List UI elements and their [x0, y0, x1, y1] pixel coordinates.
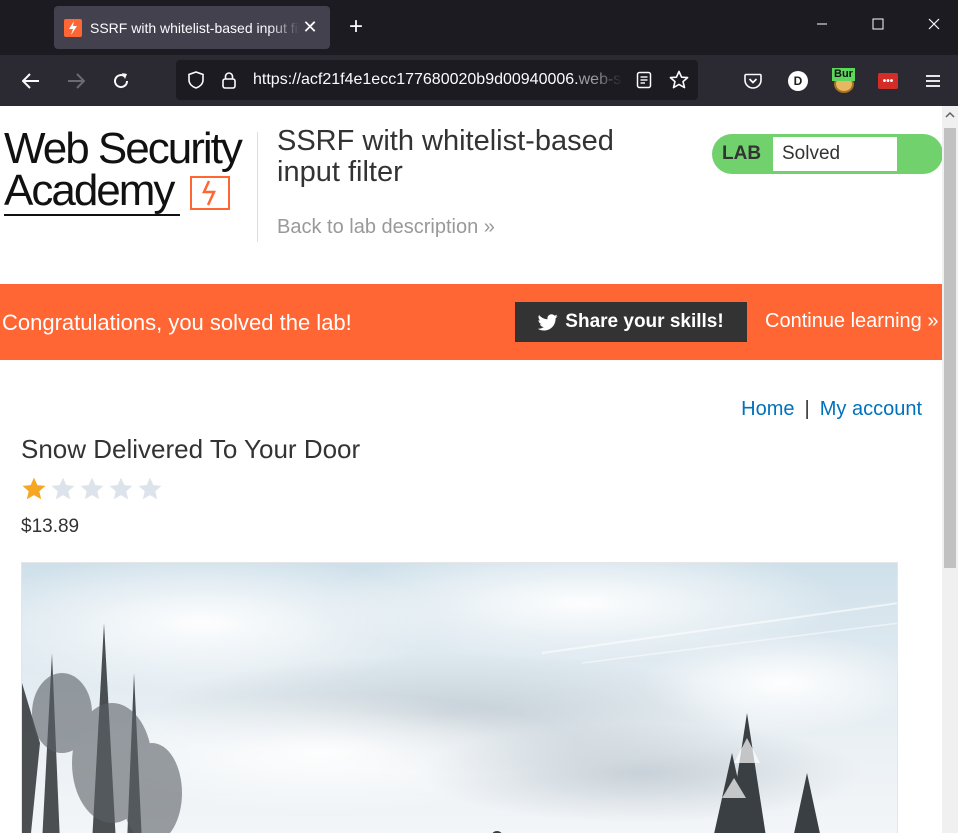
pocket-icon[interactable]	[739, 67, 767, 95]
product-title: Snow Delivered To Your Door	[21, 434, 361, 464]
home-link[interactable]: Home	[741, 398, 794, 420]
lock-icon[interactable]	[218, 69, 240, 91]
new-tab-button[interactable]: +	[343, 14, 369, 40]
scrollbar-thumb[interactable]	[944, 128, 956, 568]
maximize-button[interactable]	[863, 14, 893, 35]
share-skills-label: Share your skills!	[565, 311, 724, 332]
close-window-button[interactable]	[919, 14, 949, 35]
star-empty-icon	[51, 477, 75, 500]
back-button[interactable]	[17, 67, 45, 95]
bookmark-star-icon[interactable]	[668, 69, 690, 91]
burp-label: Bur	[832, 68, 855, 81]
url-text[interactable]: https://acf21f4e1ecc177680020b9d00940006…	[253, 71, 623, 89]
profile-initial: D	[788, 71, 808, 91]
page-viewport: Web Security Academy SSRF with whitelist…	[0, 106, 958, 833]
header-divider	[257, 132, 258, 242]
product-price: $13.89	[21, 516, 80, 537]
forward-button[interactable]	[62, 67, 90, 95]
logo-underline	[4, 214, 180, 216]
reader-view-icon[interactable]	[633, 69, 655, 91]
lastpass-icon[interactable]: •••	[874, 67, 902, 95]
minimize-button[interactable]	[807, 14, 837, 35]
browser-tabbar: SSRF with whitelist-based input filter ✕…	[0, 0, 958, 55]
tab-close-icon[interactable]: ✕	[300, 17, 320, 38]
congratulations-message: Congratulations, you solved the lab!	[2, 310, 352, 335]
page-scrollbar[interactable]	[942, 106, 958, 833]
url-bar[interactable]: https://acf21f4e1ecc177680020b9d00940006…	[176, 60, 698, 100]
star-rating	[21, 476, 163, 502]
burp-favicon-icon	[64, 18, 82, 37]
url-domain-rest: web-security-academy.net	[578, 71, 623, 88]
twitter-icon	[538, 313, 558, 330]
back-to-lab-description-link[interactable]: Back to lab description »	[277, 216, 495, 239]
tab-title: SSRF with whitelist-based input filter	[90, 19, 300, 36]
snowy-landscape-image	[22, 563, 897, 833]
star-empty-icon	[80, 477, 104, 500]
web-security-academy-logo[interactable]: Web Security Academy	[4, 124, 254, 216]
star-filled-icon	[22, 477, 46, 500]
solved-banner: Congratulations, you solved the lab! Sha…	[0, 284, 942, 360]
lab-title: SSRF with whitelist-based input filter	[277, 125, 614, 188]
logo-line-1: Web Security	[4, 124, 243, 173]
shield-icon[interactable]	[185, 69, 207, 91]
browser-tab[interactable]: SSRF with whitelist-based input filter ✕	[54, 6, 330, 49]
lab-status-text: Solved	[773, 137, 897, 171]
share-skills-button[interactable]: Share your skills!	[515, 302, 747, 342]
lastpass-dots: •••	[878, 73, 898, 89]
profile-avatar[interactable]: D	[784, 67, 812, 95]
url-host: https://acf21f4e1ecc177680020b9d00940006…	[253, 71, 579, 88]
product-image	[21, 562, 898, 833]
my-account-link[interactable]: My account	[820, 398, 922, 420]
star-empty-icon	[138, 477, 162, 500]
reload-button[interactable]	[107, 67, 135, 95]
top-nav-links: Home | My account	[741, 398, 922, 421]
menu-icon[interactable]	[919, 67, 947, 95]
lab-status-badge: LAB Solved	[712, 134, 943, 174]
burp-extension-icon[interactable]: Bur	[830, 67, 858, 95]
scroll-up-arrow-icon[interactable]	[945, 110, 955, 120]
nav-separator: |	[804, 398, 810, 420]
lab-badge-label: LAB	[722, 143, 762, 164]
star-empty-icon	[109, 477, 133, 500]
browser-navbar: https://acf21f4e1ecc177680020b9d00940006…	[0, 55, 958, 106]
continue-learning-link[interactable]: Continue learning »	[765, 310, 938, 333]
logo-bolt-icon	[190, 176, 230, 210]
